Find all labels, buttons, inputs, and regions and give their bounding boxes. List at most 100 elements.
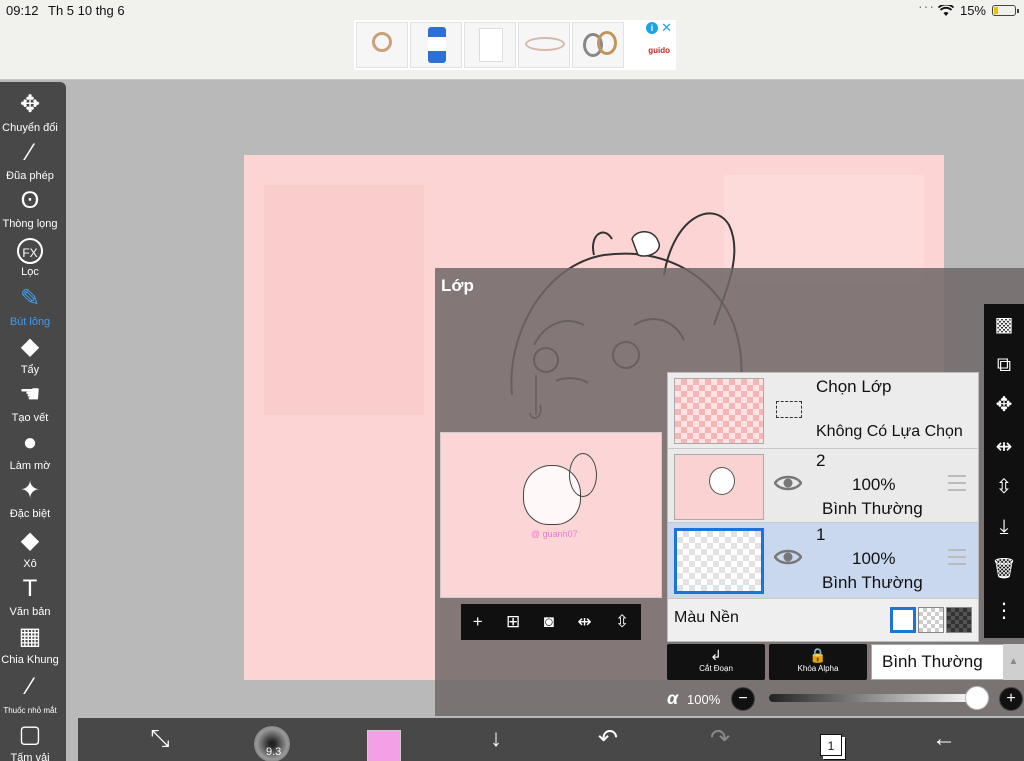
- fx-icon: FX: [17, 238, 43, 264]
- tool-special[interactable]: ✦ Đặc biệt: [0, 476, 60, 520]
- background-label: Màu Nền: [674, 609, 739, 626]
- undo-icon[interactable]: ↶: [588, 724, 628, 756]
- drag-handle-icon[interactable]: [948, 475, 966, 491]
- ad-info-icon[interactable]: i: [646, 22, 658, 34]
- merge-down-icon[interactable]: ⤓: [984, 512, 1024, 542]
- tool-blur[interactable]: ● Làm mờ: [0, 428, 60, 472]
- tool-move[interactable]: ✥ Chuyển đổi: [0, 90, 60, 134]
- opacity-slider[interactable]: [769, 694, 979, 702]
- layer-thumbnail: [674, 528, 764, 594]
- tool-label: Tẩy: [20, 364, 40, 376]
- tool-magic-wand[interactable]: ⁄ Đũa phép: [0, 138, 60, 182]
- selection-subtitle: Không Có Lựa Chọn: [816, 423, 963, 440]
- ad-item-document[interactable]: [464, 22, 516, 68]
- layer-preview: @ guanh07: [440, 432, 662, 598]
- layer-blend-mode: Bình Thường: [822, 573, 923, 592]
- tool-label: Xô: [23, 558, 37, 570]
- bg-dark-swatch[interactable]: [946, 607, 972, 633]
- arrow-down-icon[interactable]: ↓: [476, 724, 516, 756]
- color-swatch[interactable]: [367, 730, 401, 761]
- tool-brush[interactable]: ✎ Bút lông: [0, 284, 60, 328]
- layer-blend-mode: Bình Thường: [822, 499, 923, 518]
- eyedropper-icon: ⁄: [27, 673, 32, 700]
- blend-mode-arrow-icon[interactable]: ▲: [1003, 644, 1024, 680]
- status-indicators: 15%: [937, 3, 1019, 18]
- tool-label: Tạo vết: [11, 412, 49, 424]
- tool-canvas[interactable]: ▢ Tấm vải: [0, 720, 60, 761]
- ad-close-icon[interactable]: ✕: [661, 20, 672, 36]
- tool-label: Thòng lọng: [2, 218, 58, 230]
- tool-fx[interactable]: FX Lọc: [0, 236, 60, 278]
- status-time: 09:12: [6, 3, 39, 18]
- tool-frame-divider[interactable]: ▦ Chia Khung: [0, 622, 60, 666]
- opacity-slider-handle[interactable]: [965, 686, 989, 710]
- layer-panel: Lớp @ guanh07 + ⊞ ◙ ⇹ ⇳ Chọn Lớp Không C…: [435, 268, 1024, 716]
- more-options-icon[interactable]: ⋮: [984, 596, 1024, 626]
- move-icon: ✥: [19, 91, 41, 118]
- eye-icon[interactable]: [774, 547, 802, 567]
- special-icon: ✦: [19, 477, 41, 504]
- tool-label: Đặc biệt: [9, 508, 51, 520]
- flip-vertical-icon[interactable]: ⇳: [615, 612, 629, 632]
- alpha-symbol: α: [667, 688, 679, 708]
- redo-icon[interactable]: ↷: [700, 724, 740, 756]
- preview-watermark: @ guanh07: [531, 529, 578, 539]
- layer-row[interactable]: 2 100% Bình Thường: [668, 449, 978, 523]
- layers-button[interactable]: 1: [820, 734, 842, 756]
- tool-label: Văn bản: [9, 606, 51, 618]
- blend-mode-select[interactable]: Bình Thường: [871, 644, 1007, 680]
- alpha-lock-button[interactable]: 🔒 Khóa Alpha: [769, 644, 867, 680]
- opacity-decrease-button[interactable]: −: [731, 687, 755, 711]
- drag-handle-icon[interactable]: [948, 549, 966, 565]
- tool-label: Bút lông: [9, 316, 51, 328]
- canvas-icon: ▢: [18, 721, 42, 748]
- background-color-row: Màu Nền: [668, 599, 978, 641]
- ad-item-bracelet[interactable]: [518, 22, 570, 68]
- layer-add-toolbar: + ⊞ ◙ ⇹ ⇳: [461, 604, 641, 640]
- frame-divider-icon: ▦: [18, 623, 42, 650]
- tool-eraser[interactable]: ◆ Tẩy: [0, 332, 60, 376]
- battery-percent: 15%: [959, 3, 986, 18]
- flip-horizontal-icon[interactable]: ⇹: [984, 432, 1024, 462]
- wifi-icon: [937, 4, 954, 16]
- opacity-increase-button[interactable]: +: [999, 687, 1023, 711]
- selection-layer-row[interactable]: Chọn Lớp Không Có Lựa Chọn: [668, 373, 978, 449]
- ad-item-jar[interactable]: [410, 22, 462, 68]
- selection-title: Chọn Lớp: [816, 377, 892, 396]
- eye-icon[interactable]: [774, 473, 802, 493]
- layer-name: 2: [816, 451, 826, 470]
- flip-horizontal-icon[interactable]: ⇹: [577, 612, 591, 632]
- lasso-icon: ʘ: [20, 187, 40, 214]
- tool-smudge[interactable]: ☚ Tạo vết: [0, 380, 60, 424]
- tool-label: Chia Khung: [1, 654, 59, 666]
- tool-eyedropper[interactable]: ⁄ Thuốc nhỏ mắt: [0, 672, 60, 716]
- layer-row-selected[interactable]: 1 100% Bình Thường: [668, 523, 978, 599]
- tool-bucket[interactable]: ◆ Xô: [0, 526, 60, 570]
- ad-brand-logo: guido: [648, 46, 670, 55]
- ad-item-ring[interactable]: [356, 22, 408, 68]
- tool-label: Làm mờ: [9, 460, 51, 472]
- camera-icon[interactable]: ◙: [544, 612, 554, 632]
- trash-icon[interactable]: 🗑: [984, 554, 1024, 584]
- tool-lasso[interactable]: ʘ Thòng lọng: [0, 186, 60, 230]
- tool-label: Tấm vải: [10, 752, 50, 761]
- layer-thumbnail: [674, 454, 764, 520]
- multitask-dots-icon[interactable]: ···: [918, 0, 935, 14]
- bg-white-swatch[interactable]: [890, 607, 916, 633]
- add-layer-icon[interactable]: +: [473, 612, 483, 632]
- brush-swap-icon[interactable]: ⤡: [140, 724, 180, 756]
- bg-transparent-swatch[interactable]: [918, 607, 944, 633]
- flip-vertical-icon[interactable]: ⇳: [984, 472, 1024, 502]
- ad-banner[interactable]: i ✕ guido: [354, 20, 676, 70]
- transparency-checker-icon[interactable]: ▩: [984, 310, 1024, 340]
- move-layer-icon[interactable]: ✥: [984, 390, 1024, 420]
- brush-size-value: 9.3: [266, 746, 282, 758]
- ad-item-rings-pair[interactable]: [572, 22, 624, 68]
- clipping-button[interactable]: ↲ Cắt Đoạn: [667, 644, 765, 680]
- add-layer-copy-icon[interactable]: ⊞: [506, 612, 520, 632]
- blur-icon: ●: [22, 429, 38, 456]
- tool-text[interactable]: T Văn bản: [0, 574, 60, 618]
- back-arrow-icon[interactable]: ←: [924, 724, 964, 756]
- reference-icon[interactable]: ⧉: [984, 350, 1024, 380]
- status-date: Th 5 10 thg 6: [48, 3, 125, 18]
